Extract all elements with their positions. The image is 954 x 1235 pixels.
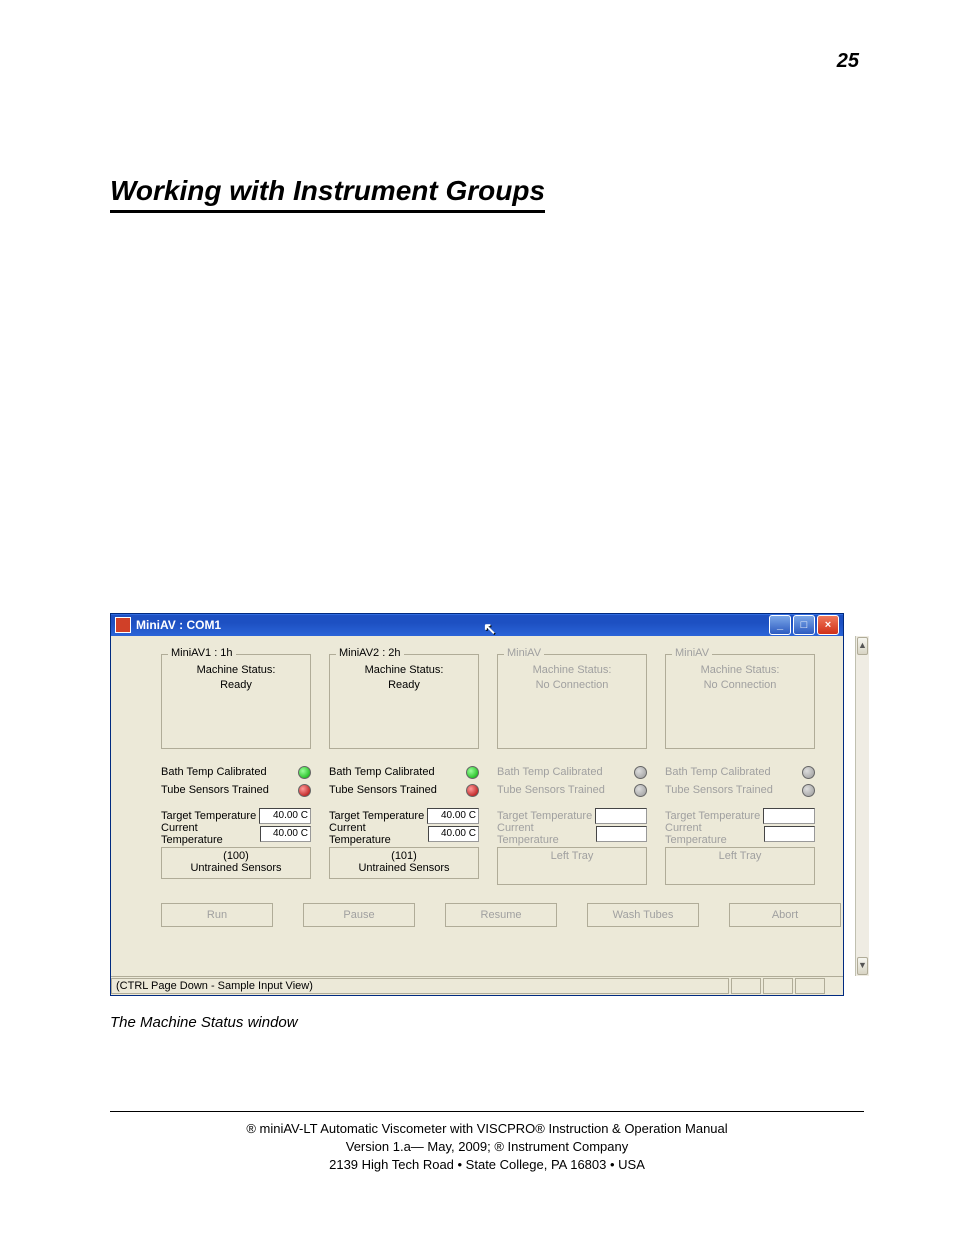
current-temp-value: 40.00 C <box>260 826 311 842</box>
target-temp-value: 40.00 C <box>427 808 479 824</box>
target-temp-label: Target Temperature <box>665 810 760 822</box>
close-button[interactable]: × <box>817 615 839 635</box>
machine-status-label: Machine Status: <box>504 663 640 678</box>
sub-box: (100) Untrained Sensors <box>161 847 311 879</box>
scroll-up-icon[interactable]: ▲ <box>857 637 868 655</box>
led-icon <box>466 766 479 779</box>
led-icon <box>634 784 647 797</box>
led-icon <box>802 766 815 779</box>
machine-status-label: Machine Status: <box>672 663 808 678</box>
led-icon <box>298 766 311 779</box>
buttons-row: Run Pause Resume Wash Tubes Abort <box>161 903 841 927</box>
window-title: MiniAV : COM1 <box>136 618 769 632</box>
maximize-button[interactable]: □ <box>793 615 815 635</box>
sub-label: Left Tray <box>498 850 646 862</box>
current-temp-label: Current Temperature <box>329 822 428 846</box>
target-temp-value: 40.00 C <box>259 808 311 824</box>
statusbar-cell <box>795 978 825 994</box>
info-col-3: Bath Temp Calibrated Tube Sensors Traine… <box>497 763 647 885</box>
led-icon <box>466 784 479 797</box>
page: 25 Working with Instrument Groups MiniAV… <box>0 0 954 1235</box>
sub-id: (100) <box>162 850 310 862</box>
run-button[interactable]: Run <box>161 903 273 927</box>
current-temp-value: 40.00 C <box>428 826 479 842</box>
sub-id: (101) <box>330 850 478 862</box>
target-temp-value <box>763 808 815 824</box>
machine-status-label: Machine Status: <box>336 663 472 678</box>
window-titlebar[interactable]: MiniAV : COM1 ↖ _ □ × <box>111 614 843 636</box>
target-temp-label: Target Temperature <box>329 810 424 822</box>
current-temp-label: Current Temperature <box>161 822 260 846</box>
window-statusbar: (CTRL Page Down - Sample Input View) <box>111 976 843 995</box>
statusbar-cell <box>763 978 793 994</box>
current-temp-value <box>764 826 815 842</box>
bath-temp-label: Bath Temp Calibrated <box>161 766 267 778</box>
current-temp-label: Current Temperature <box>665 822 764 846</box>
machine-status-value: Ready <box>336 678 472 693</box>
vertical-scrollbar[interactable]: ▲ ▼ <box>855 636 869 976</box>
info-col-4: Bath Temp Calibrated Tube Sensors Traine… <box>665 763 815 885</box>
tube-sensors-label: Tube Sensors Trained <box>497 784 605 796</box>
led-icon <box>298 784 311 797</box>
tube-sensors-label: Tube Sensors Trained <box>329 784 437 796</box>
panel-legend: MiniAV <box>672 647 712 659</box>
sub-label: Left Tray <box>666 850 814 862</box>
target-temp-value <box>595 808 647 824</box>
statusbar-cell <box>731 978 761 994</box>
footer-divider <box>110 1111 864 1112</box>
sub-box: (101) Untrained Sensors <box>329 847 479 879</box>
sub-label: Untrained Sensors <box>330 862 478 874</box>
bath-temp-label: Bath Temp Calibrated <box>329 766 435 778</box>
client-area: MiniAV1 : 1h Machine Status: Ready MiniA… <box>111 636 843 976</box>
wash-tubes-button[interactable]: Wash Tubes <box>587 903 699 927</box>
target-temp-label: Target Temperature <box>497 810 592 822</box>
info-col-2: Bath Temp Calibrated Tube Sensors Traine… <box>329 763 479 885</box>
resume-button[interactable]: Resume <box>445 903 557 927</box>
statusbar-text: (CTRL Page Down - Sample Input View) <box>111 978 729 994</box>
section-heading: Working with Instrument Groups <box>110 175 545 213</box>
panel-row-info: Bath Temp Calibrated Tube Sensors Traine… <box>161 749 841 885</box>
page-number: 25 <box>837 50 859 73</box>
minimize-button[interactable]: _ <box>769 615 791 635</box>
led-icon <box>802 784 815 797</box>
machine-status-value: No Connection <box>504 678 640 693</box>
panel-miniav2: MiniAV2 : 2h Machine Status: Ready <box>329 654 479 749</box>
led-icon <box>634 766 647 779</box>
app-icon <box>115 617 131 633</box>
panel-miniav4: MiniAV Machine Status: No Connection <box>665 654 815 749</box>
sub-box: Left Tray <box>497 847 647 885</box>
footer-line1: ® miniAV-LT Automatic Viscometer with VI… <box>110 1120 864 1138</box>
panel-miniav3: MiniAV Machine Status: No Connection <box>497 654 647 749</box>
scroll-content: MiniAV1 : 1h Machine Status: Ready MiniA… <box>111 636 855 976</box>
scroll-down-icon[interactable]: ▼ <box>857 957 868 975</box>
panel-legend: MiniAV <box>504 647 544 659</box>
machine-status-window: MiniAV : COM1 ↖ _ □ × MiniAV1 : 1h Machi… <box>110 613 844 996</box>
footer-line2: Version 1.a— May, 2009; ® Instrument Com… <box>110 1138 864 1156</box>
panel-miniav1: MiniAV1 : 1h Machine Status: Ready <box>161 654 311 749</box>
info-col-1: Bath Temp Calibrated Tube Sensors Traine… <box>161 763 311 885</box>
bath-temp-label: Bath Temp Calibrated <box>497 766 603 778</box>
footer: ® miniAV-LT Automatic Viscometer with VI… <box>110 1120 864 1175</box>
sub-box: Left Tray <box>665 847 815 885</box>
target-temp-label: Target Temperature <box>161 810 256 822</box>
machine-status-value: Ready <box>168 678 304 693</box>
bath-temp-label: Bath Temp Calibrated <box>665 766 771 778</box>
footer-line3: 2139 High Tech Road • State College, PA … <box>110 1156 864 1174</box>
figure-caption: The Machine Status window <box>110 1014 864 1031</box>
current-temp-value <box>596 826 647 842</box>
abort-button[interactable]: Abort <box>729 903 841 927</box>
panel-row-groups: MiniAV1 : 1h Machine Status: Ready MiniA… <box>161 654 841 749</box>
tube-sensors-label: Tube Sensors Trained <box>665 784 773 796</box>
panel-legend: MiniAV1 : 1h <box>168 647 236 659</box>
sub-label: Untrained Sensors <box>162 862 310 874</box>
panel-legend: MiniAV2 : 2h <box>336 647 404 659</box>
current-temp-label: Current Temperature <box>497 822 596 846</box>
machine-status-label: Machine Status: <box>168 663 304 678</box>
machine-status-value: No Connection <box>672 678 808 693</box>
tube-sensors-label: Tube Sensors Trained <box>161 784 269 796</box>
pause-button[interactable]: Pause <box>303 903 415 927</box>
